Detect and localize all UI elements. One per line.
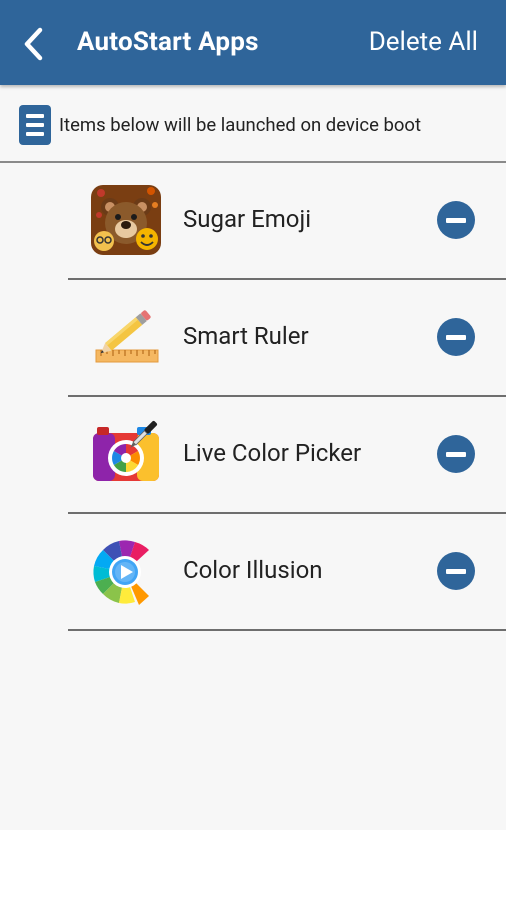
- minus-icon: [446, 569, 466, 574]
- sugar-emoji-icon: [91, 185, 161, 255]
- divider: [68, 629, 506, 631]
- chevron-left-icon: [24, 27, 43, 61]
- minus-icon: [446, 452, 466, 457]
- app-bar: AutoStart Apps Delete All: [0, 0, 506, 85]
- list-icon: [19, 105, 51, 145]
- app-name: Smart Ruler: [183, 322, 309, 350]
- smart-ruler-icon: [95, 310, 159, 363]
- page-title: AutoStart Apps: [77, 27, 259, 57]
- list-item[interactable]: Smart Ruler: [0, 280, 506, 397]
- minus-icon: [446, 335, 466, 340]
- remove-button[interactable]: [437, 201, 475, 239]
- live-color-picker-icon: [93, 420, 159, 481]
- back-button[interactable]: [14, 24, 54, 64]
- list-item[interactable]: Live Color Picker: [0, 397, 506, 514]
- info-text: Items below will be launched on device b…: [59, 114, 422, 136]
- minus-icon: [446, 218, 466, 223]
- list-item[interactable]: Sugar Emoji: [0, 163, 506, 280]
- remove-button[interactable]: [437, 435, 475, 473]
- app-screen: AutoStart Apps Delete All Items below wi…: [0, 0, 506, 830]
- delete-all-button[interactable]: Delete All: [369, 27, 478, 57]
- color-illusion-icon: [93, 540, 149, 605]
- remove-button[interactable]: [437, 552, 475, 590]
- app-name: Live Color Picker: [183, 439, 362, 467]
- app-name: Sugar Emoji: [183, 205, 312, 233]
- info-banner: Items below will be launched on device b…: [0, 85, 506, 163]
- app-name: Color Illusion: [183, 556, 323, 584]
- remove-button[interactable]: [437, 318, 475, 356]
- autostart-app-list: Sugar Emoji Smart Ruler Live Color Picke…: [0, 163, 506, 631]
- list-item[interactable]: Color Illusion: [0, 514, 506, 631]
